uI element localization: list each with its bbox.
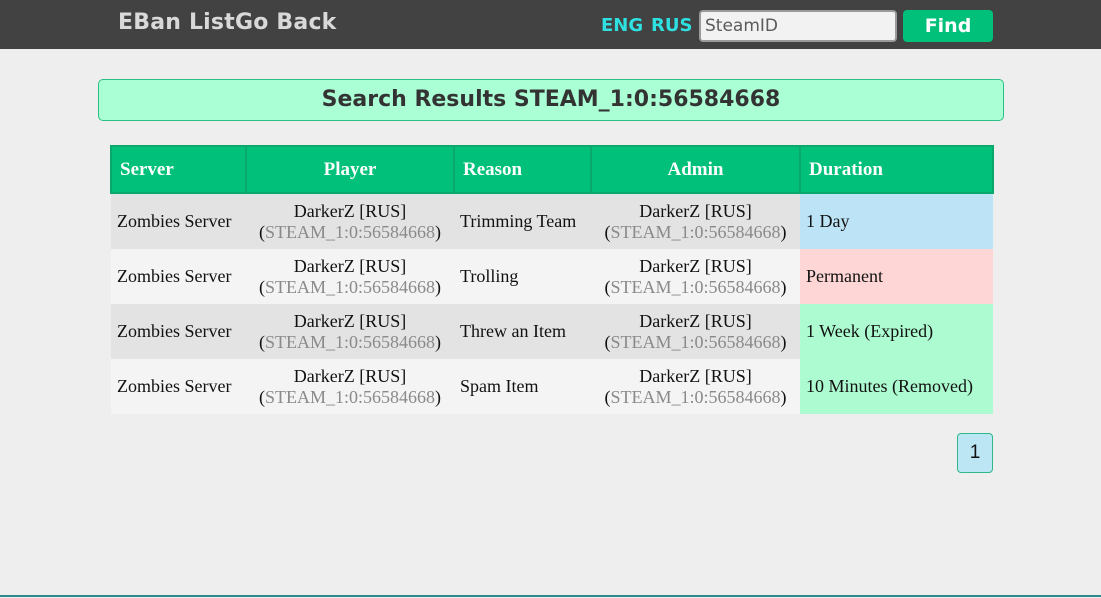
- admin-steamid[interactable]: STEAM_1:0:56584668: [610, 277, 780, 297]
- column-header-admin[interactable]: Admin: [590, 145, 801, 194]
- player-name[interactable]: DarkerZ [RUS]: [252, 311, 448, 332]
- cell-reason: Spam Item: [454, 359, 591, 414]
- cell-reason: Trolling: [454, 249, 591, 304]
- admin-name[interactable]: DarkerZ [RUS]: [597, 201, 794, 222]
- admin-steamid[interactable]: STEAM_1:0:56584668: [610, 222, 780, 242]
- pagination-page-1-button[interactable]: 1: [957, 433, 993, 473]
- language-eng-link[interactable]: ENG: [601, 15, 643, 36]
- table-row: Zombies Server DarkerZ [RUS] (STEAM_1:0:…: [111, 249, 993, 304]
- steamid-search-input[interactable]: [699, 10, 897, 42]
- column-header-player[interactable]: Player: [245, 145, 455, 194]
- table-header-row: Server Player Reason Admin Duration: [110, 145, 994, 194]
- admin-name[interactable]: DarkerZ [RUS]: [597, 366, 794, 387]
- cell-server: Zombies Server: [111, 304, 246, 359]
- player-steamid[interactable]: STEAM_1:0:56584668: [265, 277, 435, 297]
- player-name[interactable]: DarkerZ [RUS]: [252, 366, 448, 387]
- cell-duration: 1 Week (Expired): [800, 304, 993, 359]
- search-results-title: Search Results STEAM_1:0:56584668: [98, 79, 1004, 121]
- admin-name[interactable]: DarkerZ [RUS]: [597, 311, 794, 332]
- cell-duration: 1 Day: [800, 193, 993, 249]
- cell-duration: 10 Minutes (Removed): [800, 359, 993, 414]
- player-steamid[interactable]: STEAM_1:0:56584668: [265, 332, 435, 352]
- go-back-link[interactable]: Go Back: [235, 10, 337, 35]
- cell-player: DarkerZ [RUS] (STEAM_1:0:56584668): [246, 304, 454, 359]
- column-header-reason[interactable]: Reason: [453, 145, 592, 194]
- cell-reason: Threw an Item: [454, 304, 591, 359]
- language-rus-link[interactable]: RUS: [651, 15, 692, 36]
- top-navigation-bar: EBan List Go Back ENG RUS Find: [0, 0, 1101, 49]
- player-steamid[interactable]: STEAM_1:0:56584668: [265, 387, 435, 407]
- cell-admin: DarkerZ [RUS] (STEAM_1:0:56584668): [591, 304, 800, 359]
- cell-admin: DarkerZ [RUS] (STEAM_1:0:56584668): [591, 193, 800, 249]
- player-name[interactable]: DarkerZ [RUS]: [252, 256, 448, 277]
- table-row: Zombies Server DarkerZ [RUS] (STEAM_1:0:…: [111, 193, 993, 249]
- cell-server: Zombies Server: [111, 193, 246, 249]
- player-name[interactable]: DarkerZ [RUS]: [252, 201, 448, 222]
- cell-duration: Permanent: [800, 249, 993, 304]
- cell-admin: DarkerZ [RUS] (STEAM_1:0:56584668): [591, 249, 800, 304]
- cell-player: DarkerZ [RUS] (STEAM_1:0:56584668): [246, 193, 454, 249]
- player-steamid[interactable]: STEAM_1:0:56584668: [265, 222, 435, 242]
- eban-list-link[interactable]: EBan List: [118, 10, 235, 35]
- cell-player: DarkerZ [RUS] (STEAM_1:0:56584668): [246, 359, 454, 414]
- admin-name[interactable]: DarkerZ [RUS]: [597, 256, 794, 277]
- cell-server: Zombies Server: [111, 249, 246, 304]
- cell-server: Zombies Server: [111, 359, 246, 414]
- bottom-divider: [0, 595, 1101, 597]
- ban-results-table: Server Player Reason Admin Duration Zomb…: [110, 145, 994, 414]
- admin-steamid[interactable]: STEAM_1:0:56584668: [610, 387, 780, 407]
- cell-player: DarkerZ [RUS] (STEAM_1:0:56584668): [246, 249, 454, 304]
- cell-reason: Trimming Team: [454, 193, 591, 249]
- column-header-server[interactable]: Server: [110, 145, 247, 194]
- table-row: Zombies Server DarkerZ [RUS] (STEAM_1:0:…: [111, 359, 993, 414]
- find-button[interactable]: Find: [903, 10, 993, 42]
- column-header-duration[interactable]: Duration: [799, 145, 994, 194]
- cell-admin: DarkerZ [RUS] (STEAM_1:0:56584668): [591, 359, 800, 414]
- admin-steamid[interactable]: STEAM_1:0:56584668: [610, 332, 780, 352]
- table-row: Zombies Server DarkerZ [RUS] (STEAM_1:0:…: [111, 304, 993, 359]
